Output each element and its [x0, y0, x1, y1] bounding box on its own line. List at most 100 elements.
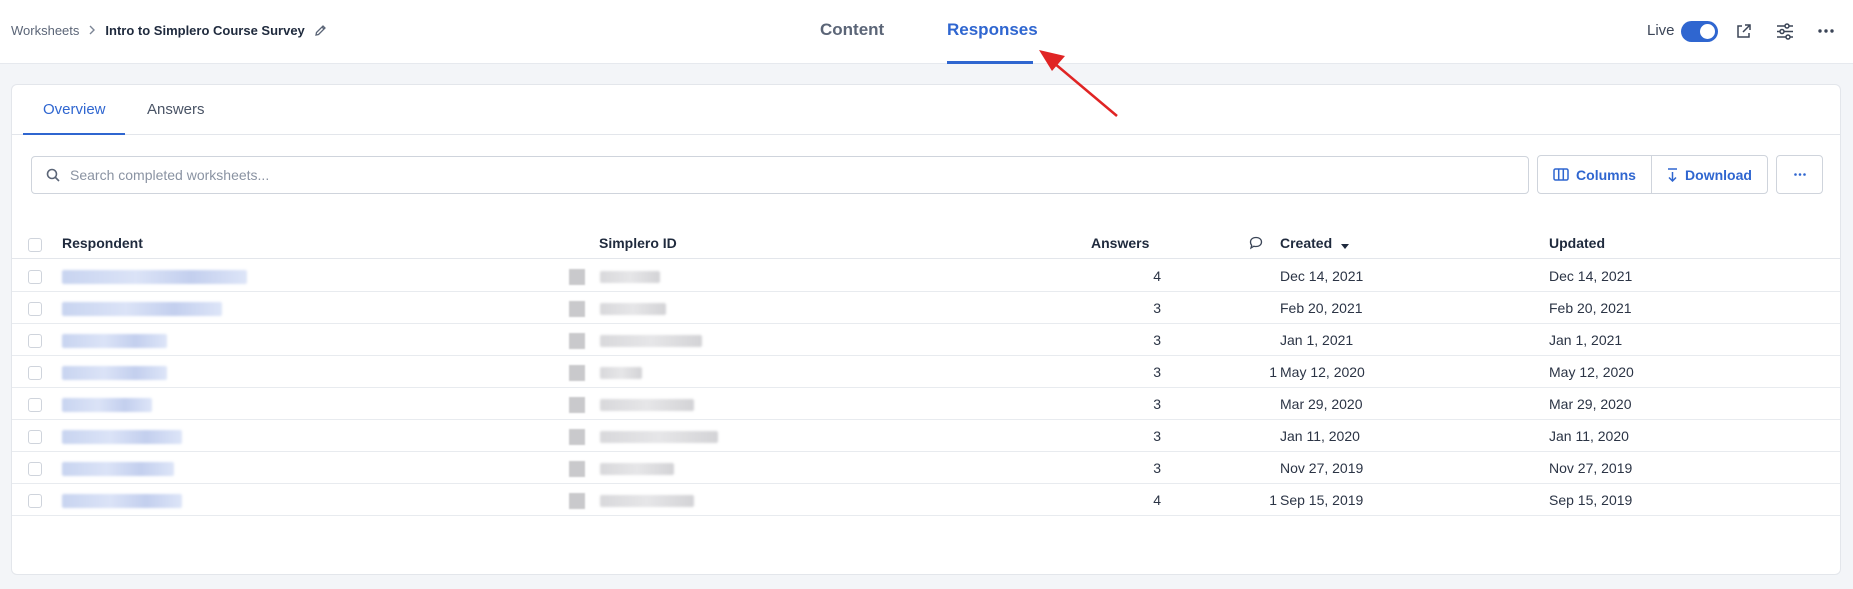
col-answers[interactable]: Answers	[1091, 235, 1149, 251]
created-date: Mar 29, 2020	[1280, 396, 1363, 412]
respondent-name[interactable]	[62, 494, 182, 508]
download-button[interactable]: Download	[1652, 156, 1767, 193]
answers-count: 3	[1153, 460, 1161, 476]
created-date: Nov 27, 2019	[1280, 460, 1364, 476]
select-all-checkbox[interactable]	[28, 238, 42, 252]
table-row[interactable]: 3 Feb 20, 2021 Feb 20, 2021	[12, 292, 1840, 324]
simplero-id	[600, 431, 718, 443]
avatar	[569, 493, 585, 509]
row-checkbox[interactable]	[28, 366, 42, 380]
created-date: Jan 1, 2021	[1280, 332, 1354, 348]
live-label: Live	[1647, 22, 1675, 39]
search-box	[31, 156, 1529, 194]
responses-card: Overview Answers Columns Download Respon…	[11, 84, 1841, 575]
active-subtab-indicator	[23, 133, 125, 135]
pencil-icon[interactable]	[314, 24, 327, 37]
answers-count: 3	[1153, 332, 1161, 348]
table-row[interactable]: 3 1 May 12, 2020 May 12, 2020	[12, 356, 1840, 388]
top-bar: Worksheets Intro to Simplero Course Surv…	[0, 0, 1853, 64]
row-checkbox[interactable]	[28, 334, 42, 348]
answers-count: 4	[1153, 268, 1161, 284]
comments-count: 1	[1269, 492, 1277, 508]
table-row[interactable]: 4 Dec 14, 2021 Dec 14, 2021	[12, 260, 1840, 292]
row-checkbox[interactable]	[28, 270, 42, 284]
answers-count: 3	[1153, 396, 1161, 412]
chevron-right-icon	[88, 24, 96, 38]
more-actions-button[interactable]	[1776, 155, 1823, 194]
updated-date: Sep 15, 2019	[1549, 492, 1633, 508]
created-date: Feb 20, 2021	[1280, 300, 1363, 316]
answers-count: 3	[1153, 300, 1161, 316]
more-horizontal-icon	[1793, 173, 1806, 176]
col-created[interactable]: Created	[1280, 235, 1350, 252]
table-header: Respondent Simplero ID Answers Created U…	[12, 225, 1840, 259]
search-icon	[46, 168, 60, 182]
table-row[interactable]: 3 Nov 27, 2019 Nov 27, 2019	[12, 452, 1840, 484]
columns-button[interactable]: Columns	[1538, 156, 1652, 193]
updated-date: Feb 20, 2021	[1549, 300, 1632, 316]
simplero-id	[600, 335, 702, 347]
table-row[interactable]: 3 Jan 1, 2021 Jan 1, 2021	[12, 324, 1840, 356]
sort-down-icon	[1341, 236, 1350, 252]
breadcrumb-current: Intro to Simplero Course Survey	[105, 23, 305, 38]
col-simplero-id[interactable]: Simplero ID	[599, 235, 677, 251]
table-row[interactable]: 3 Jan 11, 2020 Jan 11, 2020	[12, 420, 1840, 452]
created-date: Dec 14, 2021	[1280, 268, 1364, 284]
updated-date: Nov 27, 2019	[1549, 460, 1633, 476]
respondent-name[interactable]	[62, 302, 222, 316]
toggle-knob	[1700, 24, 1715, 39]
created-date: Jan 11, 2020	[1280, 428, 1360, 444]
row-checkbox[interactable]	[28, 302, 42, 316]
more-horizontal-icon[interactable]	[1815, 20, 1837, 42]
row-checkbox[interactable]	[28, 462, 42, 476]
row-checkbox[interactable]	[28, 398, 42, 412]
row-checkbox[interactable]	[28, 430, 42, 444]
comments-count: 1	[1269, 364, 1277, 380]
live-toggle[interactable]	[1681, 21, 1718, 42]
tab-responses[interactable]: Responses	[947, 20, 1038, 40]
simplero-id	[600, 399, 694, 411]
updated-date: Mar 29, 2020	[1549, 396, 1632, 412]
answers-count: 3	[1153, 428, 1161, 444]
simplero-id	[600, 303, 666, 315]
created-date: May 12, 2020	[1280, 364, 1365, 380]
avatar	[569, 365, 585, 381]
tab-overview[interactable]: Overview	[43, 101, 106, 118]
avatar	[569, 397, 585, 413]
row-checkbox[interactable]	[28, 494, 42, 508]
sub-tabs: Overview Answers	[12, 85, 1840, 135]
col-updated[interactable]: Updated	[1549, 235, 1605, 251]
simplero-id	[600, 271, 660, 283]
search-input[interactable]	[70, 167, 1470, 183]
breadcrumb-root[interactable]: Worksheets	[11, 23, 79, 38]
avatar	[569, 461, 585, 477]
active-tab-indicator	[947, 61, 1033, 64]
table-row[interactable]: 3 Mar 29, 2020 Mar 29, 2020	[12, 388, 1840, 420]
respondent-name[interactable]	[62, 430, 182, 444]
external-link-icon[interactable]	[1732, 20, 1754, 42]
avatar	[569, 333, 585, 349]
simplero-id	[600, 463, 674, 475]
respondent-name[interactable]	[62, 398, 152, 412]
avatar	[569, 429, 585, 445]
answers-count: 3	[1153, 364, 1161, 380]
columns-icon	[1553, 168, 1569, 181]
tab-content[interactable]: Content	[820, 20, 884, 40]
sliders-icon[interactable]	[1774, 20, 1796, 42]
updated-date: Jan 1, 2021	[1549, 332, 1623, 348]
respondent-name[interactable]	[62, 270, 247, 284]
avatar	[569, 269, 585, 285]
simplero-id	[600, 367, 642, 379]
respondent-name[interactable]	[62, 462, 174, 476]
updated-date: May 12, 2020	[1549, 364, 1634, 380]
respondent-name[interactable]	[62, 334, 167, 348]
created-date: Sep 15, 2019	[1280, 492, 1364, 508]
col-respondent[interactable]: Respondent	[62, 235, 143, 251]
avatar	[569, 301, 585, 317]
tab-answers[interactable]: Answers	[147, 101, 205, 118]
table-row[interactable]: 4 1 Sep 15, 2019 Sep 15, 2019	[12, 484, 1840, 516]
col-created-label: Created	[1280, 235, 1333, 251]
simplero-id	[600, 495, 694, 507]
comment-icon	[1249, 236, 1263, 253]
respondent-name[interactable]	[62, 366, 167, 380]
